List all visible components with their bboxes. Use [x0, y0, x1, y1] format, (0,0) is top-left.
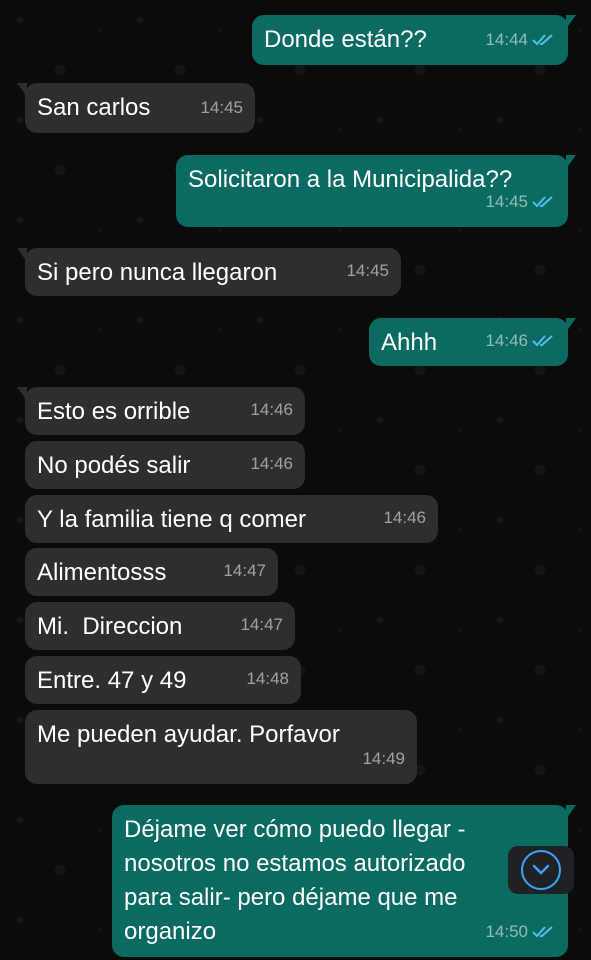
message-time: 14:46 — [383, 508, 426, 527]
message-time: 14:46 — [250, 400, 293, 419]
message-time: 14:45 — [346, 261, 389, 280]
message-bubble-outgoing[interactable]: Déjame ver cómo puedo llegar - nosotros … — [112, 805, 576, 957]
message-text: Solicitaron a la Municipalida?? — [188, 166, 513, 193]
message-bubble-incoming[interactable]: Entre. 47 y 49 14:48 — [25, 656, 301, 704]
message-bubble-outgoing[interactable]: Donde están?? 14:44 — [252, 15, 576, 65]
message-text: Alimentosss — [37, 559, 167, 586]
message-meta: 14:44 — [485, 23, 556, 57]
message-time: 14:46 — [485, 331, 528, 350]
message-text: Ahhh — [381, 329, 438, 356]
double-check-icon — [532, 34, 553, 46]
message-text: Me pueden ayudar. Porfavor — [37, 721, 340, 748]
message-text: Esto es orrible — [37, 398, 191, 425]
double-check-icon — [532, 335, 553, 347]
message-meta: 14:46 — [250, 393, 293, 427]
message-bubble-incoming[interactable]: San carlos 14:45 — [17, 83, 255, 133]
message-meta: 14:49 — [362, 742, 405, 776]
message-meta: 14:45 — [346, 254, 389, 288]
message-time: 14:47 — [240, 615, 283, 634]
message-text: Déjame ver cómo puedo llegar - nosotros … — [124, 816, 466, 945]
message-meta: 14:47 — [240, 608, 283, 642]
message-text: No podés salir — [37, 452, 191, 479]
message-bubble-incoming[interactable]: Alimentosss 14:47 — [25, 548, 278, 596]
message-text: Entre. 47 y 49 — [37, 667, 187, 694]
message-time: 14:47 — [223, 561, 266, 580]
message-time: 14:45 — [200, 98, 243, 117]
message-bubble-outgoing[interactable]: Ahhh 14:46 — [369, 318, 576, 366]
message-meta: 14:46 — [250, 447, 293, 481]
message-bubble-incoming[interactable]: Si pero nunca llegaron 14:45 — [17, 248, 401, 296]
double-check-icon — [532, 196, 553, 208]
message-bubble-incoming[interactable]: Y la familia tiene q comer 14:46 — [25, 495, 438, 543]
message-text: Donde están?? — [264, 26, 427, 53]
message-time: 14:50 — [485, 922, 528, 941]
message-time: 14:44 — [485, 30, 528, 49]
message-meta: 14:45 — [485, 185, 556, 219]
message-text: Mi. Direccion — [37, 613, 183, 640]
message-time: 14:46 — [250, 454, 293, 473]
message-bubble-incoming[interactable]: Mi. Direccion 14:47 — [25, 602, 295, 650]
scroll-to-bottom-button[interactable] — [508, 846, 574, 894]
message-meta: 14:46 — [383, 501, 426, 535]
message-time: 14:49 — [362, 749, 405, 768]
message-meta: 14:47 — [223, 554, 266, 588]
message-bubble-incoming[interactable]: Me pueden ayudar. Porfavor 14:49 — [25, 710, 417, 784]
message-bubble-incoming[interactable]: Esto es orrible 14:46 — [17, 387, 305, 435]
message-time: 14:45 — [485, 192, 528, 211]
message-text: San carlos — [37, 94, 151, 121]
message-bubble-outgoing[interactable]: Solicitaron a la Municipalida?? 14:45 — [176, 155, 576, 227]
message-text: Y la familia tiene q comer — [37, 506, 307, 533]
double-check-icon — [532, 926, 553, 938]
message-time: 14:48 — [246, 669, 289, 688]
message-meta: 14:50 — [485, 915, 556, 949]
message-meta: 14:46 — [485, 324, 556, 358]
message-text: Si pero nunca llegaron — [37, 259, 278, 286]
message-meta: 14:48 — [246, 662, 289, 696]
message-meta: 14:45 — [200, 91, 243, 125]
message-bubble-incoming[interactable]: No podés salir 14:46 — [25, 441, 305, 489]
chevron-down-icon — [521, 850, 561, 890]
